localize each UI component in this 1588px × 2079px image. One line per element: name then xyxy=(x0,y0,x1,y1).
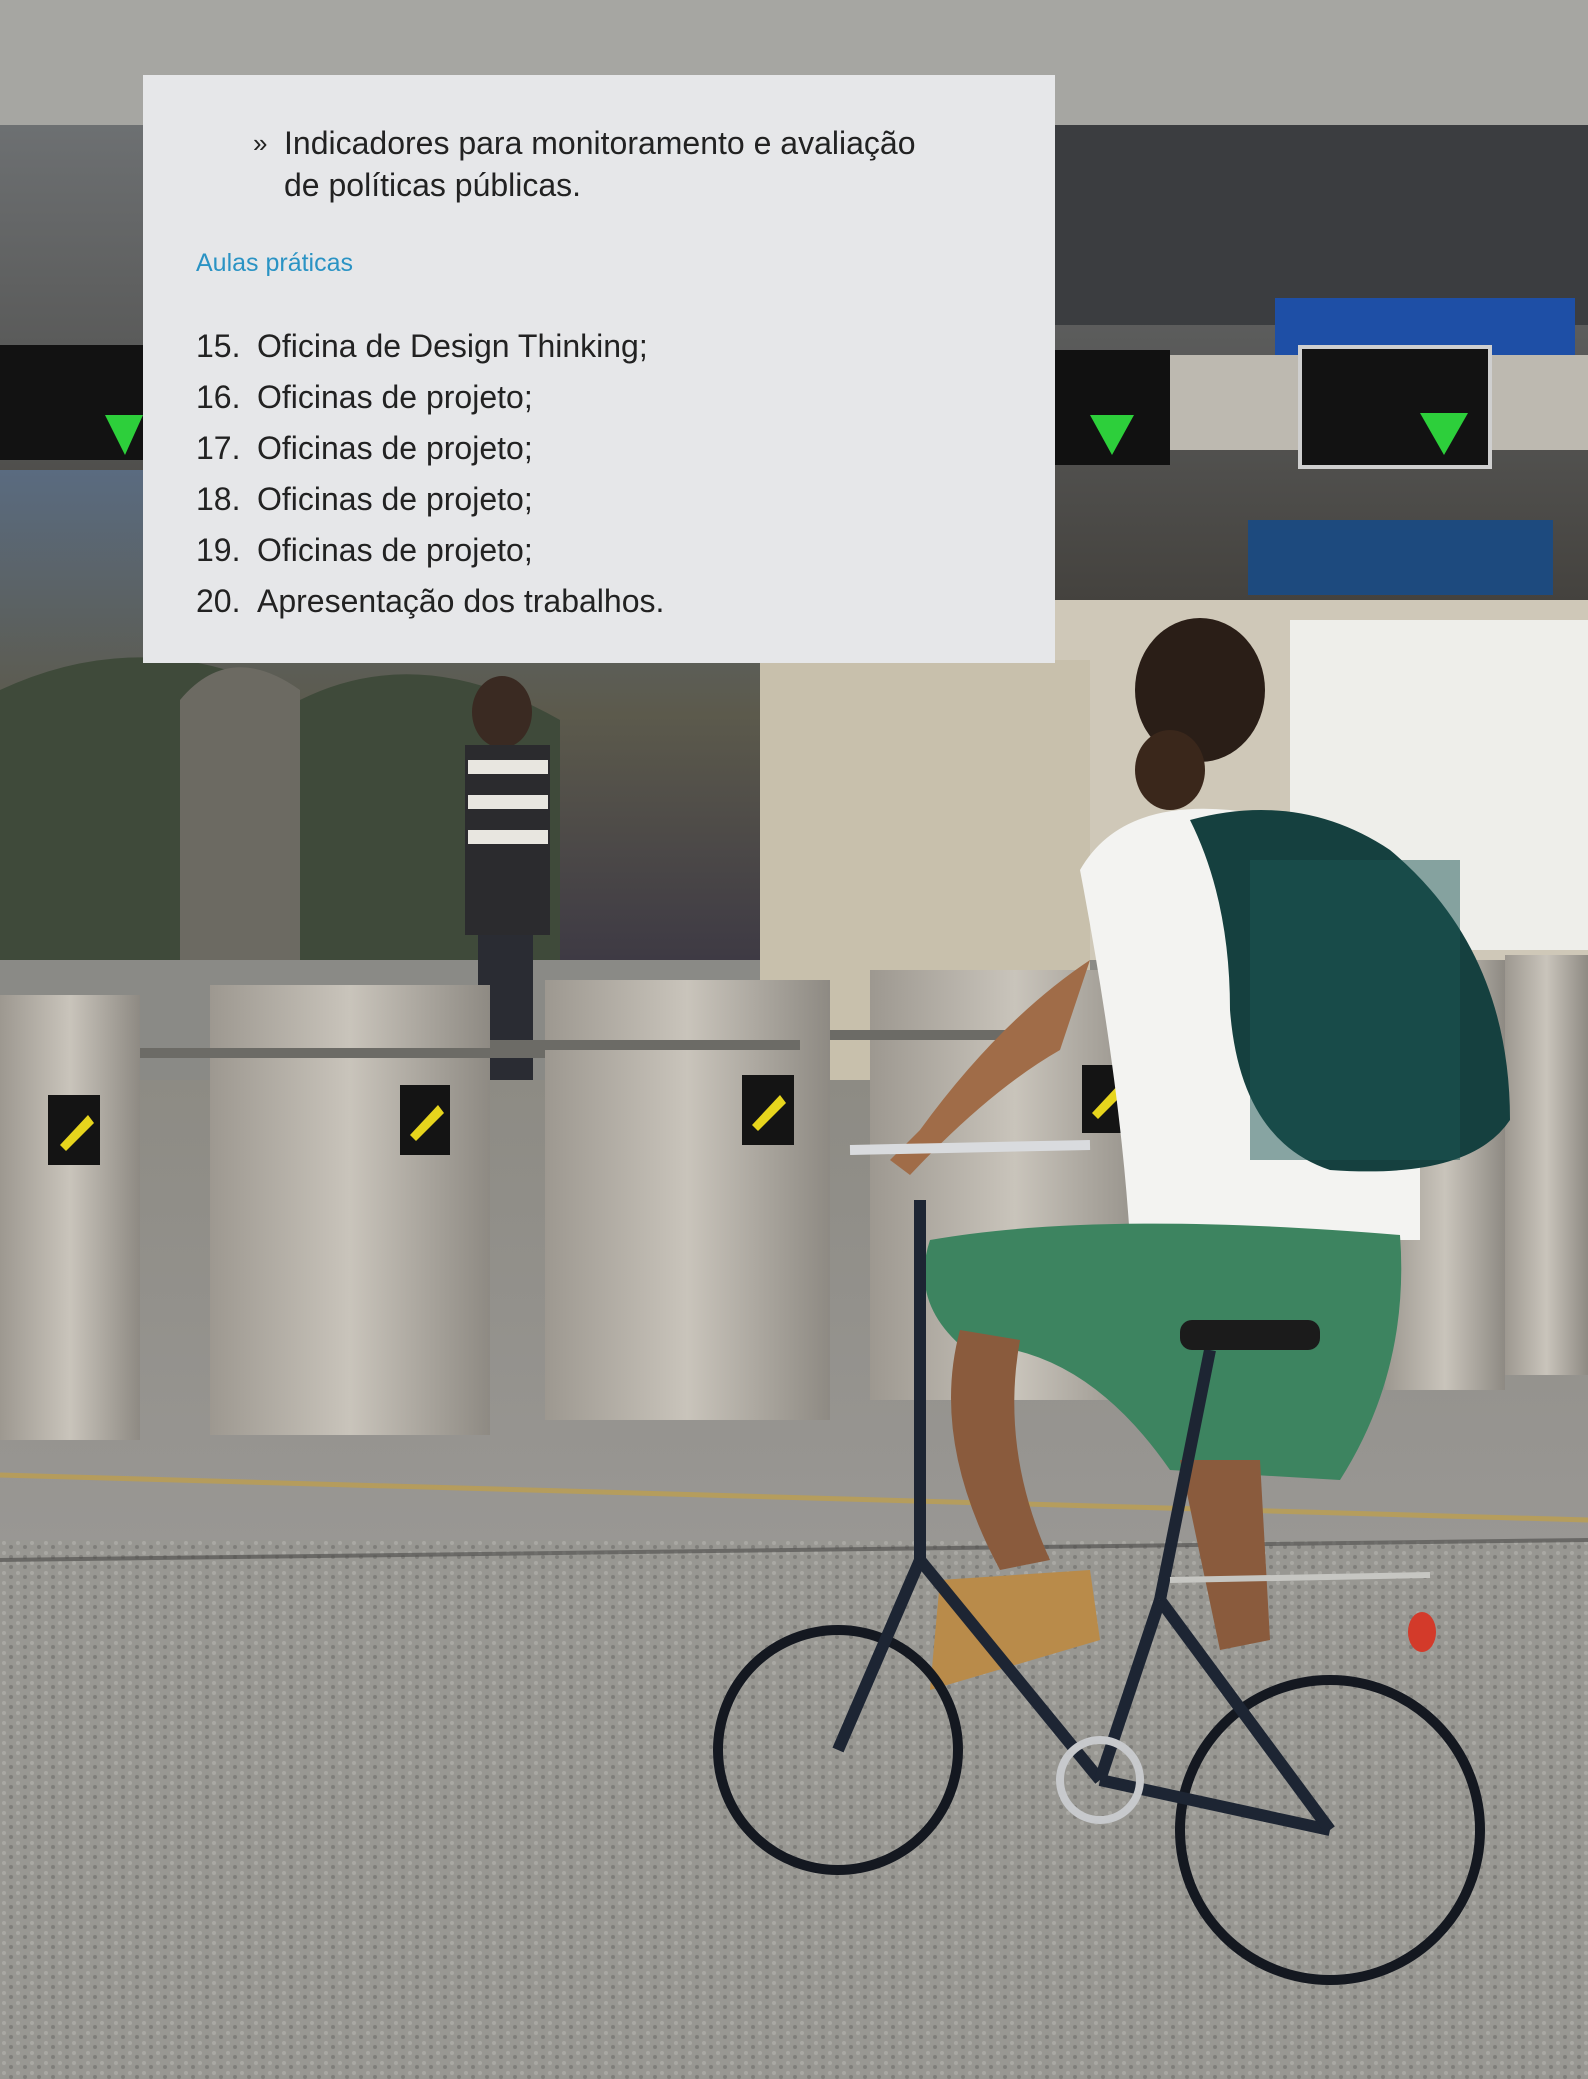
page: » Indicadores para monitoramento e avali… xyxy=(0,0,1588,2079)
lesson-number: 18. xyxy=(196,481,241,517)
lesson-title: Apresentação dos trabalhos. xyxy=(257,583,665,619)
lesson-title: Oficina de Design Thinking; xyxy=(257,328,648,364)
section-heading: Aulas práticas xyxy=(196,249,354,277)
lesson-title: Oficinas de projeto; xyxy=(257,481,533,517)
lesson-number: 19. xyxy=(196,532,241,568)
practical-lessons-list: 15. Oficina de Design Thinking; 16. Oficin… xyxy=(196,321,664,627)
lesson-title: Oficinas de projeto; xyxy=(257,430,533,466)
intro-bullet-text: Indicadores para monitoramento e avaliaç… xyxy=(284,125,916,203)
list-item: 15. Oficina de Design Thinking; xyxy=(196,321,664,372)
list-item: 19. Oficinas de projeto; xyxy=(196,525,664,576)
lesson-number: 20. xyxy=(196,583,241,619)
lesson-title: Oficinas de projeto; xyxy=(257,532,533,568)
course-content-panel: » Indicadores para monitoramento e avali… xyxy=(143,75,1055,663)
list-item: 20. Apresentação dos trabalhos. xyxy=(196,576,664,627)
lesson-title: Oficinas de projeto; xyxy=(257,379,533,415)
lesson-number: 17. xyxy=(196,430,241,466)
lesson-number: 16. xyxy=(196,379,241,415)
intro-bullet: » Indicadores para monitoramento e avali… xyxy=(253,122,933,206)
list-item: 18. Oficinas de projeto; xyxy=(196,474,664,525)
list-item: 16. Oficinas de projeto; xyxy=(196,372,664,423)
lesson-number: 15. xyxy=(196,328,241,364)
list-item: 17. Oficinas de projeto; xyxy=(196,423,664,474)
bullet-marker: » xyxy=(253,128,268,158)
